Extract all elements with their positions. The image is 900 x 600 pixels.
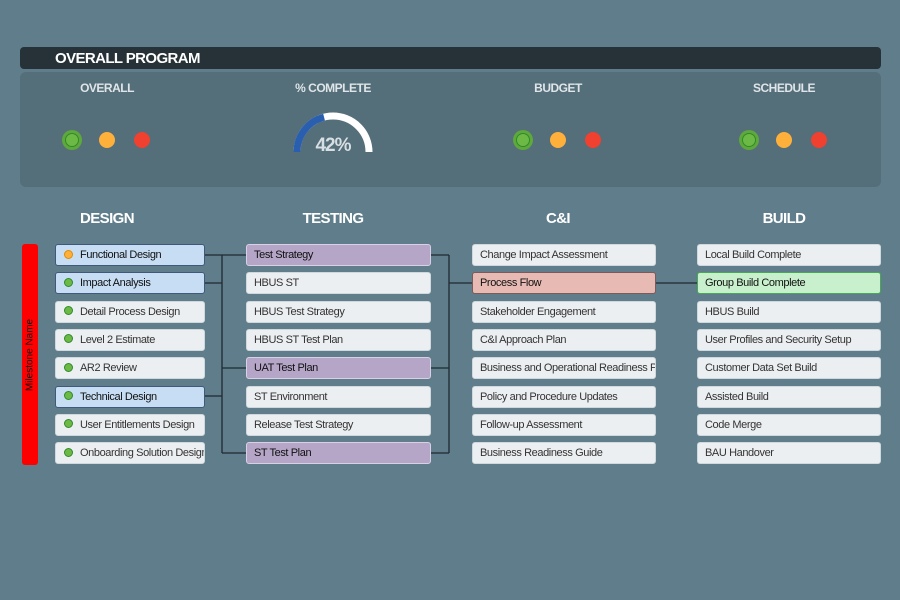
milestone-item[interactable]: Process Flow	[472, 272, 656, 295]
milestone-item-label: HBUS Build	[705, 305, 760, 318]
milestone-item-label: ST Environment	[254, 390, 328, 403]
milestone-item-label: Group Build Complete	[705, 277, 806, 290]
milestone-item[interactable]: Assisted Build	[697, 385, 881, 408]
design-to-testing-connector	[205, 254, 246, 454]
column-title-testing: TESTING	[302, 210, 364, 227]
milestone-item[interactable]: Local Build Complete	[697, 244, 881, 266]
milestone-item-label: Assisted Build	[705, 390, 769, 403]
milestone-item[interactable]: Onboarding Solution Design	[55, 442, 205, 465]
milestone-item-label: Follow-up Assessment	[480, 418, 583, 431]
milestone-item-label: Change Impact Assessment	[480, 249, 608, 261]
milestone-item-label: Level 2 Estimate	[80, 333, 155, 346]
testing-to-ci-connector	[431, 254, 472, 454]
milestone-item[interactable]: Group Build Complete	[697, 272, 881, 295]
milestone-item[interactable]: AR2 Review	[55, 357, 205, 380]
milestone-item[interactable]: HBUS ST Test Plan	[246, 328, 431, 351]
status-green-icon	[64, 447, 73, 457]
milestone-item[interactable]: UAT Test Plan	[246, 357, 431, 380]
milestone-item[interactable]: Change Impact Assessment	[472, 244, 656, 266]
milestone-item-label: BAU Handover	[705, 447, 774, 460]
milestone-item-label: AR2 Review	[80, 362, 137, 375]
status-green-icon	[64, 334, 73, 344]
milestone-item-label: Test Strategy	[254, 249, 313, 261]
milestone-item[interactable]: ST Environment	[246, 385, 431, 408]
milestone-item-label: Process Flow	[480, 277, 542, 290]
status-green-icon	[64, 391, 73, 401]
status-green-icon	[64, 419, 73, 429]
milestone-item[interactable]: BAU Handover	[697, 442, 881, 465]
milestone-item[interactable]: User Profiles and Security Setup	[697, 328, 881, 351]
milestone-item-label: Technical Design	[80, 390, 157, 403]
milestone-item-label: HBUS Test Strategy	[254, 305, 345, 318]
milestone-item-label: Code Merge	[705, 418, 762, 431]
milestone-item-label: Impact Analysis	[80, 277, 151, 290]
milestone-item-label: C&I Approach Plan	[480, 333, 567, 346]
milestone-item-label: UAT Test Plan	[254, 362, 318, 375]
milestone-item[interactable]: User Entitlements Design	[55, 413, 205, 436]
milestone-item[interactable]: Test Strategy	[246, 244, 431, 266]
milestone-item-label: Stakeholder Engagement	[480, 305, 596, 318]
column-title-design: DESIGN	[80, 210, 135, 227]
milestone-item-label: Business and Operational Readiness Plan	[480, 362, 656, 375]
milestone-item-label: HBUS ST	[254, 277, 299, 290]
milestone-item[interactable]: Business Readiness Guide	[472, 442, 656, 465]
milestone-item[interactable]: Detail Process Design	[55, 300, 205, 323]
milestone-item[interactable]: Impact Analysis	[55, 272, 205, 295]
milestone-item[interactable]: HBUS ST	[246, 272, 431, 295]
status-amber-icon	[64, 249, 73, 259]
milestone-item-label: Customer Data Set Build	[705, 362, 817, 375]
milestone-item[interactable]: Technical Design	[55, 385, 205, 408]
milestone-item[interactable]: HBUS Build	[697, 300, 881, 323]
milestone-item[interactable]: Follow-up Assessment	[472, 413, 656, 436]
milestone-item-label: Onboarding Solution Design	[80, 447, 205, 460]
milestone-item[interactable]: Release Test Strategy	[246, 413, 431, 436]
milestone-item[interactable]: Code Merge	[697, 413, 881, 436]
milestone-item-label: Policy and Procedure Updates	[480, 390, 618, 403]
milestone-item[interactable]: C&I Approach Plan	[472, 328, 656, 351]
milestone-item-label: HBUS ST Test Plan	[254, 333, 343, 346]
status-green-icon	[64, 306, 73, 316]
column-title-ci: C&I	[545, 210, 571, 227]
status-green-icon	[64, 362, 73, 372]
milestone-item[interactable]: Policy and Procedure Updates	[472, 385, 656, 408]
milestone-item[interactable]: Level 2 Estimate	[55, 328, 205, 351]
milestone-item-label: User Entitlements Design	[80, 418, 195, 431]
milestone-item[interactable]: Customer Data Set Build	[697, 357, 881, 380]
milestone-item[interactable]: Functional Design	[55, 244, 205, 266]
milestone-item-label: Local Build Complete	[705, 249, 801, 261]
milestone-item-label: Business Readiness Guide	[480, 447, 603, 460]
milestone-item[interactable]: Stakeholder Engagement	[472, 300, 656, 323]
milestone-item[interactable]: Business and Operational Readiness Plan	[472, 357, 656, 380]
milestone-item[interactable]: HBUS Test Strategy	[246, 300, 431, 323]
milestone-item-label: ST Test Plan	[254, 447, 312, 460]
milestone-item-label: Functional Design	[80, 249, 162, 261]
column-title-build: BUILD	[762, 210, 806, 227]
milestone-item-label: User Profiles and Security Setup	[705, 333, 852, 346]
status-green-icon	[64, 277, 73, 287]
milestone-item-label: Detail Process Design	[80, 305, 180, 318]
milestone-item[interactable]: ST Test Plan	[246, 442, 431, 465]
milestone-item-label: Release Test Strategy	[254, 418, 354, 431]
